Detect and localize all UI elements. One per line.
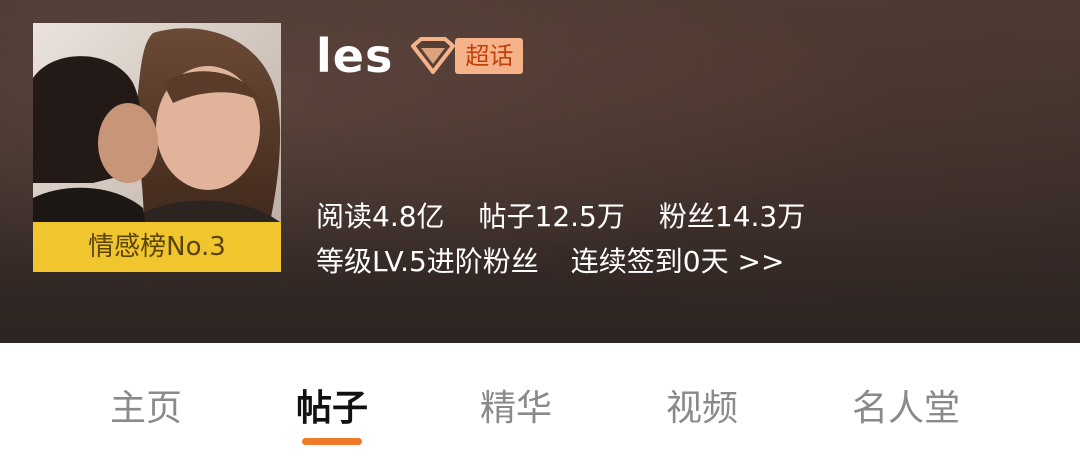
active-tab-indicator xyxy=(302,438,362,445)
tab-videos[interactable]: 视频 xyxy=(666,379,738,431)
fans-count: 粉丝14.3万 xyxy=(658,200,806,233)
tab-hall-of-fame[interactable]: 名人堂 xyxy=(852,379,960,431)
super-topic-page: 情感榜No.3 les 超话 阅读4.8亿 帖子12.5万 粉丝14.3万 等级… xyxy=(0,0,1080,459)
diamond-icon xyxy=(411,37,456,74)
topic-header: 情感榜No.3 les 超话 阅读4.8亿 帖子12.5万 粉丝14.3万 等级… xyxy=(0,0,1080,343)
tab-featured[interactable]: 精华 xyxy=(480,379,552,431)
reads-count: 阅读4.8亿 xyxy=(316,200,445,233)
level-row: 等级LV.5进阶粉丝 连续签到0天 >> xyxy=(316,240,784,280)
topic-cover-image[interactable]: 情感榜No.3 xyxy=(33,23,281,272)
topic-title: les xyxy=(316,29,394,83)
rank-badge: 情感榜No.3 xyxy=(33,222,281,272)
tab-home[interactable]: 主页 xyxy=(110,379,182,431)
posts-count: 帖子12.5万 xyxy=(478,200,625,233)
title-row: les 超话 xyxy=(316,28,524,84)
tab-posts[interactable]: 帖子 xyxy=(296,379,368,431)
stats-row: 阅读4.8亿 帖子12.5万 粉丝14.3万 xyxy=(316,195,839,235)
tab-bar: 主页 帖子 精华 视频 名人堂 xyxy=(0,343,1080,459)
checkin-link[interactable]: 连续签到0天 >> xyxy=(571,240,785,280)
fan-level: 等级LV.5进阶粉丝 xyxy=(316,245,539,278)
super-topic-tag[interactable]: 超话 xyxy=(407,36,524,76)
super-topic-tag-label: 超话 xyxy=(455,38,524,74)
